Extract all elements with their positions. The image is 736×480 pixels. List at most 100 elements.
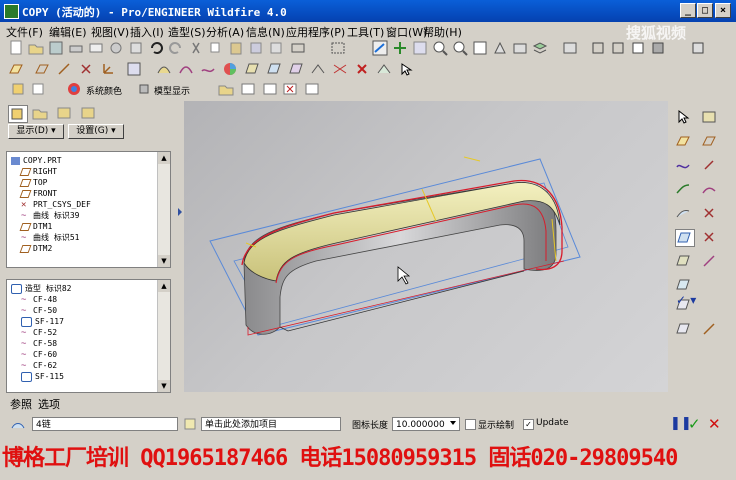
tab-references[interactable]: 参照 (10, 396, 32, 412)
menu-help[interactable]: 帮助(H) (423, 24, 462, 40)
surface-mode-icon[interactable] (10, 416, 28, 432)
close-button[interactable]: × (715, 3, 731, 18)
maximize-button[interactable]: □ (697, 3, 713, 18)
menu-info[interactable]: 信息(N) (246, 24, 285, 40)
grid-icon[interactable] (240, 81, 258, 97)
drop-curve-icon[interactable] (701, 205, 719, 221)
delete-icon[interactable] (354, 61, 372, 77)
style-tool-icon[interactable] (156, 61, 174, 77)
panel-collapse-handle[interactable] (178, 120, 183, 320)
chevron-down-icon[interactable] (450, 421, 456, 425)
scroll-up-arrow[interactable]: ▲ (158, 280, 170, 292)
tree-item[interactable]: COPY.PRT (11, 155, 62, 166)
arc-icon[interactable] (701, 181, 719, 197)
color-wheel-icon[interactable] (222, 61, 240, 77)
system-color-label[interactable]: 系统颜色 (86, 84, 122, 97)
minimize-button[interactable]: _ (680, 3, 696, 18)
menu-style[interactable]: 造型(S) (168, 24, 206, 40)
trim-curve-icon[interactable] (701, 253, 719, 269)
close-window-icon[interactable] (282, 81, 300, 97)
analysis-icon[interactable] (126, 61, 144, 77)
select-arrow-icon[interactable] (675, 109, 693, 125)
bookmark-icon[interactable] (10, 81, 28, 97)
tree-item[interactable]: ~ CF-60 (21, 349, 57, 360)
menu-applications[interactable]: 应用程序(P) (286, 24, 345, 40)
tab-folder-browser[interactable] (32, 105, 50, 121)
chain-collector-field[interactable]: 4链 (32, 417, 178, 431)
tree-item[interactable]: ~ CF-62 (21, 360, 57, 371)
tree-item[interactable]: TOP (19, 177, 47, 188)
notes-icon[interactable] (30, 81, 48, 97)
connect-surface-icon[interactable] (675, 321, 693, 337)
tree-item[interactable]: ~ 曲线 标识51 (21, 232, 79, 243)
copy-icon[interactable] (208, 40, 226, 56)
blend-icon[interactable] (200, 61, 218, 77)
paste-icon[interactable] (228, 40, 246, 56)
tab-model-tree[interactable] (8, 105, 28, 123)
surface-tool-icon[interactable] (675, 229, 695, 247)
tree-item[interactable]: ~ CF-50 (21, 305, 57, 316)
find-icon[interactable] (268, 40, 286, 56)
tree-item[interactable]: FRONT (19, 188, 57, 199)
active-plane-icon[interactable] (675, 133, 693, 149)
undo-icon[interactable] (148, 40, 166, 56)
saved-views-icon[interactable] (512, 40, 530, 56)
repaint-icon[interactable] (128, 40, 146, 56)
regenerate-icon[interactable] (248, 40, 266, 56)
datum-plane-icon[interactable] (34, 61, 52, 77)
model-tree-scrollbar[interactable]: ▲ ▼ (157, 152, 170, 267)
menu-insert[interactable]: 插入(I) (130, 24, 164, 40)
print-icon[interactable] (68, 40, 86, 56)
layers-icon[interactable] (532, 40, 550, 56)
tree-item[interactable]: SF-117 (21, 316, 64, 327)
add-item-field[interactable]: 单击此处添加项目 (201, 417, 341, 431)
tab-favorites[interactable] (56, 105, 74, 121)
tree-item[interactable]: RIGHT (19, 166, 57, 177)
scroll-down-arrow[interactable]: ▼ (158, 380, 170, 392)
trim-icon[interactable] (332, 61, 350, 77)
wireframe-icon[interactable] (590, 40, 608, 56)
zoom-out-icon[interactable] (452, 40, 470, 56)
tree-item[interactable]: SF-115 (21, 371, 64, 382)
model-tree-toggle-icon[interactable] (690, 40, 708, 56)
datum-axis-icon[interactable] (56, 61, 74, 77)
menu-edit[interactable]: 编辑(E) (49, 24, 87, 40)
graphics-viewport[interactable] (184, 101, 668, 392)
menu-tools[interactable]: 工具(T) (347, 24, 384, 40)
boundary-blend-icon[interactable] (266, 61, 284, 77)
menu-file[interactable]: 文件(F) (6, 24, 43, 40)
hidden-line-icon[interactable] (610, 40, 628, 56)
system-color-icon[interactable] (66, 81, 84, 97)
select-box-icon[interactable] (330, 40, 348, 56)
view-manager-icon[interactable] (562, 40, 580, 56)
note-icon[interactable] (182, 416, 200, 432)
refit-icon[interactable] (412, 40, 430, 56)
tree-item[interactable]: ~ 曲线 标识39 (21, 210, 79, 221)
cut-icon[interactable] (188, 40, 206, 56)
tree-item[interactable]: 造型 标识82 (11, 283, 71, 294)
tree-item[interactable]: DTM1 (19, 221, 52, 232)
cos-icon[interactable] (701, 229, 719, 245)
activate-icon[interactable] (304, 81, 322, 97)
save-icon[interactable] (48, 40, 66, 56)
menu-view[interactable]: 视图(V) (91, 24, 129, 40)
menu-analysis[interactable]: 分析(A) (206, 24, 244, 40)
tree-item[interactable]: ✕ PRT_CSYS_DEF (21, 199, 91, 210)
style-settings-icon[interactable] (701, 109, 719, 125)
internal-plane-icon[interactable] (701, 133, 719, 149)
shading-icon[interactable] (650, 40, 668, 56)
context-help-icon[interactable] (398, 61, 416, 77)
csys-icon[interactable] (100, 61, 118, 77)
apply-check-icon[interactable]: ✓ (688, 415, 701, 433)
tree-item[interactable]: ~ CF-48 (21, 294, 57, 305)
send-icon[interactable] (108, 40, 126, 56)
sketch-plane-icon[interactable] (8, 61, 26, 77)
email-icon[interactable] (88, 40, 106, 56)
create-curve-icon[interactable] (675, 157, 693, 173)
extend-icon[interactable] (376, 61, 394, 77)
style-tree-scrollbar[interactable]: ▲ ▼ (157, 280, 170, 392)
tab-connections[interactable] (80, 105, 98, 121)
tree-item[interactable]: ~ CF-52 (21, 327, 57, 338)
scroll-down-arrow[interactable]: ▼ (158, 255, 170, 267)
done-check-icon[interactable]: ✓ ▾ (676, 293, 696, 307)
